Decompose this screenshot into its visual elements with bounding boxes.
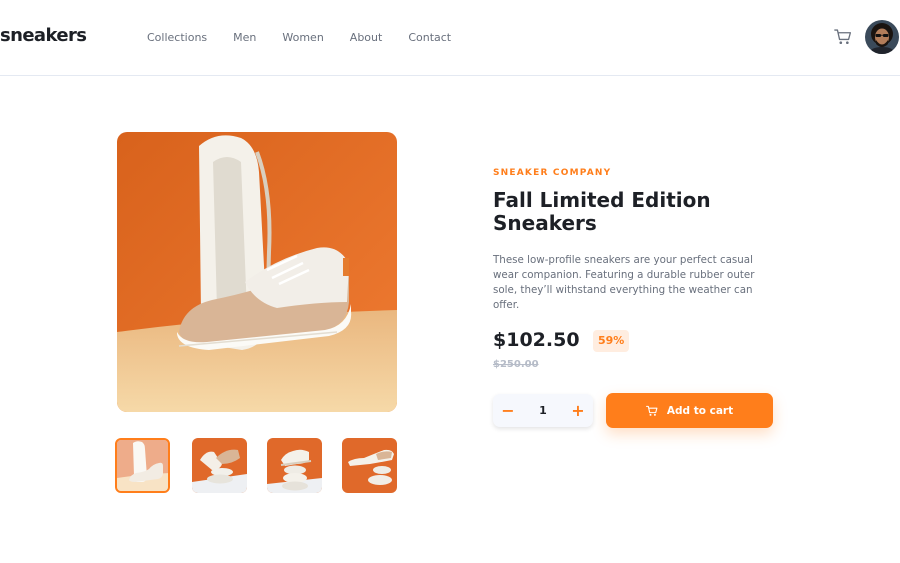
cart-icon[interactable] <box>834 28 852 46</box>
logo[interactable]: sneakers <box>0 25 87 46</box>
nav-men[interactable]: Men <box>233 31 256 44</box>
nav-women[interactable]: Women <box>282 31 323 44</box>
original-price: $250.00 <box>493 359 539 370</box>
minus-icon[interactable]: − <box>493 394 523 427</box>
quantity-value: 1 <box>539 404 547 417</box>
current-price: $102.50 <box>493 329 580 351</box>
nav-about[interactable]: About <box>350 31 383 44</box>
product-description: These low-profile sneakers are your perf… <box>493 254 755 311</box>
discount-badge: 59% <box>593 330 630 352</box>
product-title: Fall Limited Edition Sneakers <box>493 188 711 235</box>
product-main-image[interactable] <box>117 132 397 412</box>
nav-contact[interactable]: Contact <box>408 31 451 44</box>
user-avatar[interactable] <box>865 20 899 54</box>
thumbnail-1[interactable] <box>115 438 170 493</box>
quantity-stepper: − 1 + <box>493 394 593 427</box>
add-to-cart-label: Add to cart <box>666 404 734 417</box>
cart-icon <box>645 405 658 417</box>
thumbnail-4[interactable] <box>342 438 397 493</box>
thumbnail-3[interactable] <box>267 438 322 493</box>
main-nav: Collections Men Women About Contact <box>147 31 477 44</box>
company-name: SNEAKER COMPANY <box>493 168 612 178</box>
nav-collections[interactable]: Collections <box>147 31 207 44</box>
site-header: sneakers Collections Men Women About Con… <box>0 0 900 76</box>
thumbnail-2[interactable] <box>192 438 247 493</box>
plus-icon[interactable]: + <box>563 394 593 427</box>
add-to-cart-button[interactable]: Add to cart <box>606 393 773 428</box>
